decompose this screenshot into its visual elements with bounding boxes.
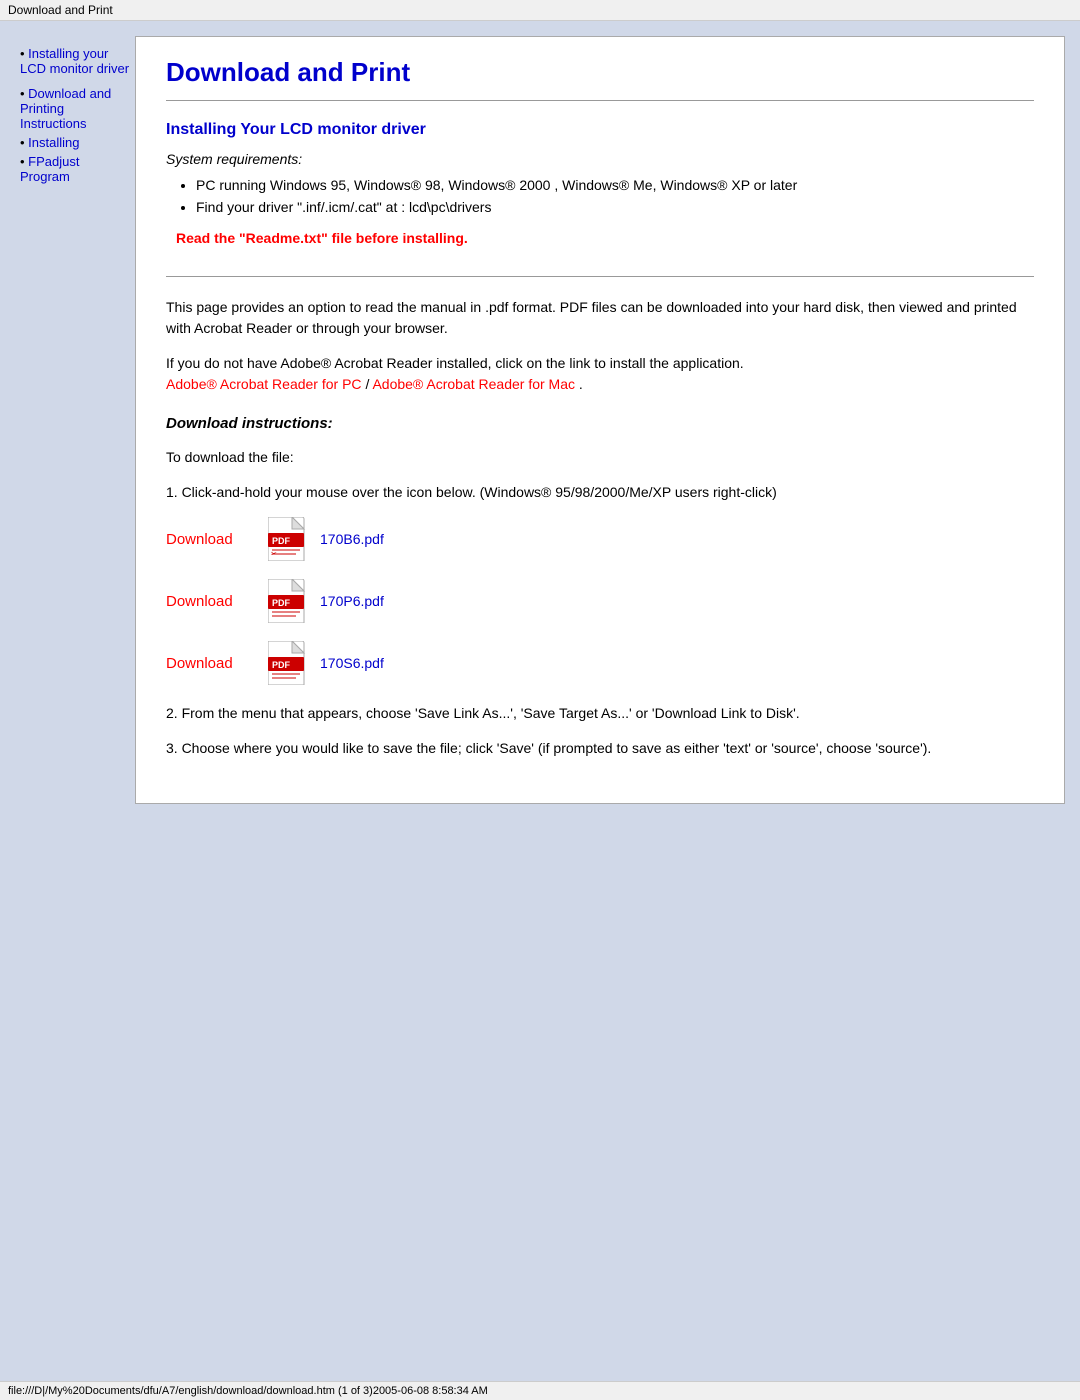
download-label-3[interactable]: Download <box>166 655 256 672</box>
status-bar: file:///D|/My%20Documents/dfu/A7/english… <box>0 1381 1080 1400</box>
svg-text:PDF: PDF <box>272 598 291 608</box>
sidebar: Installing your LCD monitor driver Downl… <box>15 36 135 804</box>
sidebar-item-installing[interactable]: Installing <box>20 135 130 150</box>
para2-start: If you do not have Adobe® Acrobat Reader… <box>166 355 744 371</box>
sidebar-link-3[interactable]: FPadjust Program <box>20 154 79 184</box>
sidebar-item-2[interactable]: Download and Printing Instructions <box>20 86 130 131</box>
download-row-3: Download PDF 170S6.pdf <box>166 641 1034 685</box>
status-bar-text: file:///D|/My%20Documents/dfu/A7/english… <box>8 1385 488 1397</box>
svg-text:PDF: PDF <box>272 536 291 546</box>
sidebar-item-1[interactable]: Installing your LCD monitor driver <box>20 46 130 76</box>
acrobat-pc-link[interactable]: Adobe® Acrobat Reader for PC <box>166 376 362 392</box>
sidebar-link-installing[interactable]: Installing <box>28 135 79 150</box>
sidebar-link-1[interactable]: Installing your LCD monitor driver <box>20 46 129 76</box>
title-bar: Download and Print <box>0 0 1080 21</box>
para2: If you do not have Adobe® Acrobat Reader… <box>166 353 1034 395</box>
download-row-2: Download PDF 170P6.pdf <box>166 579 1034 623</box>
sidebar-link-2[interactable]: Download and Printing Instructions <box>20 86 111 131</box>
main-content: Download and Print Installing Your LCD m… <box>135 36 1065 804</box>
acrobat-mac-link[interactable]: Adobe® Acrobat Reader for Mac <box>372 376 575 392</box>
svg-text:PDF: PDF <box>272 660 291 670</box>
download-row-1: Download PDF ✂ 170B6.pdf <box>166 517 1034 561</box>
system-req-label: System requirements: <box>166 151 1034 167</box>
pdf-icon-2: PDF <box>268 579 308 623</box>
bullet-list: PC running Windows 95, Windows® 98, Wind… <box>196 177 1034 215</box>
to-download: To download the file: <box>166 447 1034 468</box>
sidebar-item-3[interactable]: FPadjust Program <box>20 154 130 184</box>
para2-end: . <box>579 376 583 392</box>
pdf-icon-1: PDF ✂ <box>268 517 308 561</box>
section-heading: Installing Your LCD monitor driver <box>166 121 1034 139</box>
step3: 3. Choose where you would like to save t… <box>166 738 1034 759</box>
download-filename-3[interactable]: 170S6.pdf <box>320 655 384 671</box>
bullet-item-1: PC running Windows 95, Windows® 98, Wind… <box>196 177 1034 193</box>
page-title: Download and Print <box>166 57 1034 88</box>
download-label-1[interactable]: Download <box>166 531 256 548</box>
sidebar-nav: Installing your LCD monitor driver Downl… <box>20 46 130 184</box>
download-filename-1[interactable]: 170B6.pdf <box>320 531 384 547</box>
divider-top <box>166 100 1034 101</box>
download-instructions-heading: Download instructions: <box>166 415 1034 432</box>
divider-mid <box>166 276 1034 277</box>
para1: This page provides an option to read the… <box>166 297 1034 339</box>
bullet-item-2: Find your driver ".inf/.icm/.cat" at : l… <box>196 199 1034 215</box>
step2: 2. From the menu that appears, choose 'S… <box>166 703 1034 724</box>
download-label-2[interactable]: Download <box>166 593 256 610</box>
inner-wrapper: Installing your LCD monitor driver Downl… <box>15 36 1065 804</box>
readme-notice: Read the "Readme.txt" file before instal… <box>176 230 1034 246</box>
download-filename-2[interactable]: 170P6.pdf <box>320 593 384 609</box>
outer-wrapper: Installing your LCD monitor driver Downl… <box>0 21 1080 1381</box>
pdf-icon-3: PDF <box>268 641 308 685</box>
title-bar-text: Download and Print <box>8 3 113 17</box>
step1: 1. Click-and-hold your mouse over the ic… <box>166 482 1034 503</box>
